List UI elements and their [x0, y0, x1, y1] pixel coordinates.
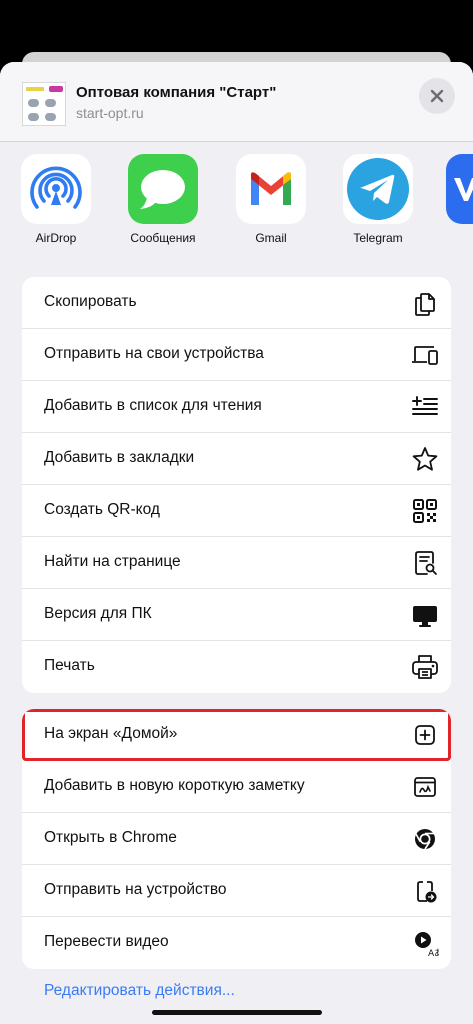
action-print[interactable]: Печать: [22, 641, 451, 693]
action-send-to-device[interactable]: Отправить на устройство: [22, 865, 451, 917]
app-partial[interactable]: [446, 154, 473, 224]
action-label: Печать: [44, 657, 95, 674]
actions-group-extra: На экран «Домой» Добавить в новую коротк…: [22, 709, 451, 969]
action-add-bookmark[interactable]: Добавить в закладки: [22, 433, 451, 485]
star-icon: [411, 445, 439, 473]
action-desktop-version[interactable]: Версия для ПК: [22, 589, 451, 641]
action-label: На экран «Домой»: [44, 725, 178, 742]
gmail-icon: [236, 154, 306, 224]
page-url: start-opt.ru: [76, 105, 144, 121]
devices-icon: [411, 341, 439, 369]
copy-icon: [411, 289, 439, 317]
app-label: AirDrop: [35, 231, 77, 245]
app-label: Gmail: [255, 231, 287, 245]
action-label: Открыть в Chrome: [44, 829, 177, 846]
airdrop-icon: [21, 154, 91, 224]
page-thumbnail: [22, 82, 66, 126]
desktop-icon: [411, 601, 439, 629]
app-messages[interactable]: Сообщения: [123, 154, 203, 245]
edit-actions-link[interactable]: Редактировать действия...: [44, 982, 235, 1000]
printer-icon: [411, 653, 439, 681]
close-icon: [430, 89, 444, 103]
action-copy[interactable]: Скопировать: [22, 277, 451, 329]
action-quick-note[interactable]: Добавить в новую короткую заметку: [22, 761, 451, 813]
action-create-qr[interactable]: Создать QR-код: [22, 485, 451, 537]
action-label: Добавить в новую короткую заметку: [44, 777, 305, 794]
action-label: Отправить на устройство: [44, 881, 227, 898]
page-title: Оптовая компания "Старт": [76, 84, 277, 101]
app-airdrop[interactable]: AirDrop: [16, 154, 96, 245]
app-label: Telegram: [353, 231, 403, 245]
action-label: Версия для ПК: [44, 605, 152, 622]
share-header: Оптовая компания "Старт" start-opt.ru: [0, 62, 473, 142]
action-open-in-chrome[interactable]: Открыть в Chrome: [22, 813, 451, 865]
svg-text:Aあ: Aあ: [428, 948, 439, 957]
action-reading-list[interactable]: Добавить в список для чтения: [22, 381, 451, 433]
quick-note-icon: [411, 773, 439, 801]
qr-code-icon: [411, 497, 439, 525]
action-label: Создать QR-код: [44, 501, 160, 518]
translate-video-icon: Aあ: [411, 929, 439, 957]
action-label: Добавить в список для чтения: [44, 397, 262, 414]
app-row: AirDrop Сообщения Gmail Telegram: [0, 154, 473, 254]
action-label: Добавить в закладки: [44, 449, 195, 466]
find-in-page-icon: [411, 549, 439, 577]
add-square-icon: [411, 721, 439, 749]
action-label: Отправить на свои устройства: [44, 345, 264, 362]
actions-group-main: Скопировать Отправить на свои устройства…: [22, 277, 451, 693]
action-label: Скопировать: [44, 293, 137, 310]
telegram-icon: [343, 154, 413, 224]
action-send-to-own-devices[interactable]: Отправить на свои устройства: [22, 329, 451, 381]
action-label: Перевести видео: [44, 933, 169, 950]
messages-icon: [128, 154, 198, 224]
action-label: Найти на странице: [44, 553, 181, 570]
app-partial-icon: [446, 154, 473, 224]
action-translate-video[interactable]: Перевести видео Aあ: [22, 917, 451, 969]
send-to-device-icon: [411, 877, 439, 905]
close-button[interactable]: [419, 78, 455, 114]
action-find-on-page[interactable]: Найти на странице: [22, 537, 451, 589]
share-sheet: Оптовая компания "Старт" start-opt.ru Ai…: [0, 62, 473, 1024]
home-indicator: [152, 1010, 322, 1015]
app-telegram[interactable]: Telegram: [338, 154, 418, 245]
action-add-to-home-screen[interactable]: На экран «Домой»: [22, 709, 451, 761]
reading-list-icon: [411, 393, 439, 421]
app-label: Сообщения: [130, 231, 196, 245]
app-gmail[interactable]: Gmail: [231, 154, 311, 245]
chrome-icon: [411, 825, 439, 853]
